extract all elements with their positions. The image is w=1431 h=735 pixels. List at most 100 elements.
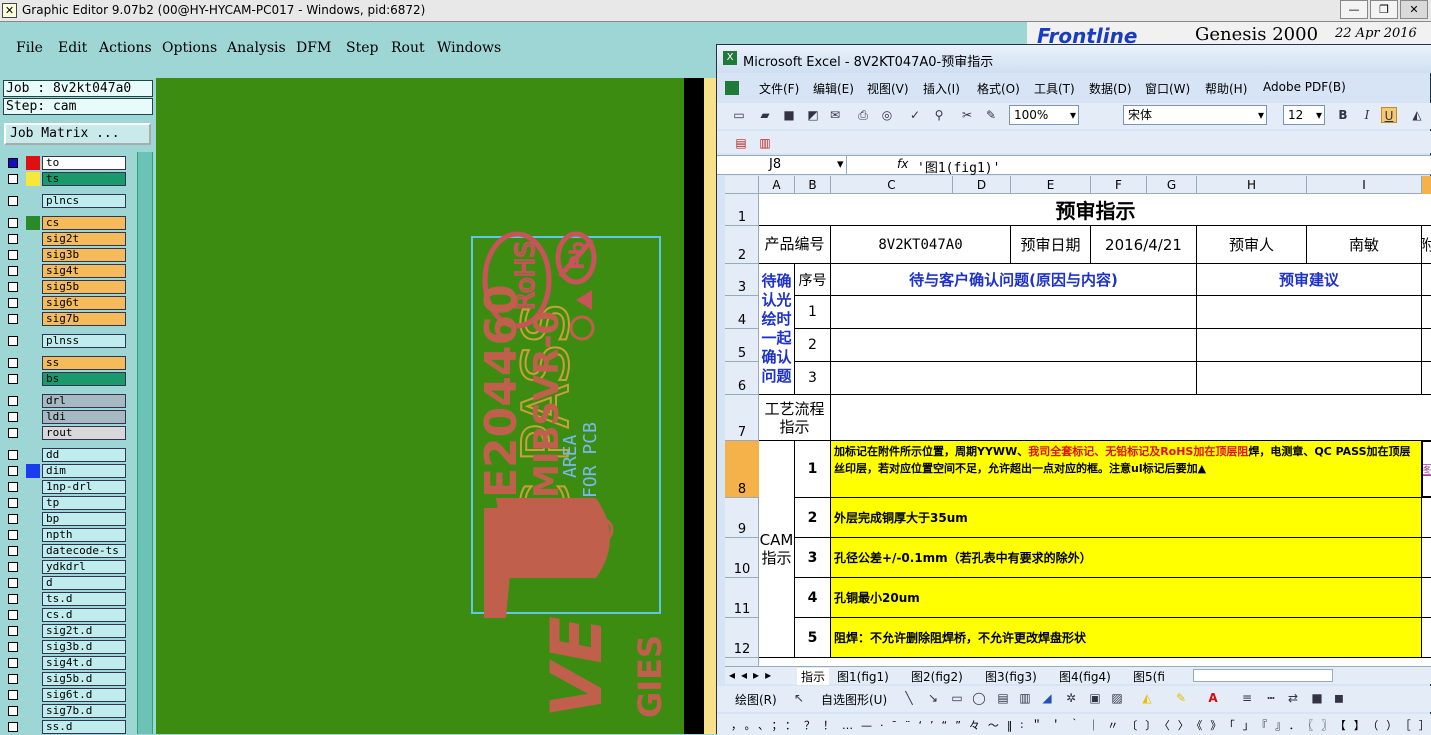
cut-icon[interactable]: ✂	[959, 107, 975, 123]
row-header-5[interactable]: 5	[725, 329, 759, 362]
fill-bucket-icon[interactable]: ◭	[1139, 690, 1155, 706]
layer-checkbox[interactable]	[8, 546, 18, 556]
email-icon[interactable]: ✉	[827, 107, 843, 123]
cell-cam-label[interactable]: CAM指示	[759, 441, 795, 658]
layer-row-dim[interactable]: dim	[4, 463, 128, 479]
cell-j6[interactable]	[1422, 362, 1431, 395]
layer-row-sig3b.d[interactable]: sig3b.d	[4, 639, 128, 655]
layer-name[interactable]: sig3b	[42, 248, 126, 262]
format-painter-icon[interactable]: ✎	[983, 107, 999, 123]
layer-checkbox[interactable]	[8, 336, 18, 346]
sheet-tab-2[interactable]: 图2(fig2)	[911, 668, 963, 685]
underline-button[interactable]: U	[1381, 107, 1397, 123]
cell-j3[interactable]	[1422, 264, 1431, 296]
row-header-2[interactable]: 2	[725, 226, 759, 264]
3d-icon[interactable]: ◼	[1331, 690, 1347, 706]
menu-dfm[interactable]: DFM	[296, 40, 331, 56]
layer-name[interactable]: bs	[42, 372, 126, 386]
row-header-11[interactable]: 11	[725, 578, 759, 618]
formula-input[interactable]: '图1(fig1)'	[917, 157, 1000, 176]
layer-row-to[interactable]: to	[4, 155, 128, 171]
clipart-icon[interactable]: ▣	[1087, 690, 1103, 706]
layer-checkbox[interactable]	[8, 396, 18, 406]
layer-checkbox[interactable]	[8, 250, 18, 260]
cell-cam-num-4[interactable]: 4	[795, 578, 831, 618]
excel-menu-format[interactable]: 格式(O)	[977, 80, 1020, 97]
layer-checkbox[interactable]	[8, 174, 18, 184]
menu-step[interactable]: Step	[346, 40, 378, 56]
layer-name[interactable]: ts.d	[42, 592, 126, 606]
layer-name[interactable]: sig4t	[42, 264, 126, 278]
layer-row-cs[interactable]: cs	[4, 215, 128, 231]
col-header-G[interactable]: G	[1147, 176, 1197, 194]
excel-menu-insert[interactable]: 插入(I)	[923, 80, 960, 97]
layer-checkbox[interactable]	[8, 298, 18, 308]
layer-row-rout[interactable]: rout	[4, 425, 128, 441]
layer-row-ss.d[interactable]: ss.d	[4, 719, 128, 735]
layer-name[interactable]: cs.d	[42, 608, 126, 622]
layer-checkbox[interactable]	[8, 466, 18, 476]
cell-product-no-label[interactable]: 产品编号	[759, 226, 831, 264]
layer-name[interactable]: ts	[42, 172, 126, 186]
row-header-4[interactable]: 4	[725, 296, 759, 329]
layer-name[interactable]: sig2t.d	[42, 624, 126, 638]
cell-product-no-value[interactable]: 8V2KT047A0	[831, 226, 1011, 264]
col-header-I[interactable]: I	[1307, 176, 1422, 194]
layer-name[interactable]: sig2t	[42, 232, 126, 246]
layer-checkbox[interactable]	[8, 266, 18, 276]
layer-row-1np-drl[interactable]: 1np-drl	[4, 479, 128, 495]
layer-name[interactable]: npth	[42, 528, 126, 542]
layer-row-sig5b[interactable]: sig5b	[4, 279, 128, 295]
layer-checkbox[interactable]	[8, 562, 18, 572]
cell-j5[interactable]	[1422, 329, 1431, 362]
excel-menu-tools[interactable]: 工具(T)	[1034, 80, 1075, 97]
cell-review-date-value[interactable]: 2016/4/21	[1091, 226, 1197, 264]
col-header-F[interactable]: F	[1091, 176, 1147, 194]
pdf-email-icon[interactable]: ▥	[757, 135, 773, 151]
layer-row-sig3b[interactable]: sig3b	[4, 247, 128, 263]
row-header-3[interactable]: 3	[725, 264, 759, 296]
cell-process-label[interactable]: 工艺流程指示	[759, 395, 831, 441]
cell-cam-num-1[interactable]: 1	[795, 441, 831, 498]
rectangle-icon[interactable]: ▭	[949, 690, 965, 706]
layer-row-sig7b[interactable]: sig7b	[4, 311, 128, 327]
layer-row-sig2t[interactable]: sig2t	[4, 231, 128, 247]
layer-name[interactable]: cs	[42, 216, 126, 230]
cell-question-2[interactable]	[831, 329, 1197, 362]
col-header-C[interactable]: C	[831, 176, 953, 194]
picture-icon[interactable]: ▨	[1109, 690, 1125, 706]
layer-row-d[interactable]: d	[4, 575, 128, 591]
layer-checkbox[interactable]	[8, 358, 18, 368]
cell-cam-text-1[interactable]: 加标记在附件所示位置，周期YYWW、我司全套标记、无铅标记及RoHS加在顶层阻焊…	[831, 441, 1422, 498]
font-select[interactable]: 宋体 ▾	[1123, 105, 1267, 125]
layer-checkbox[interactable]	[8, 530, 18, 540]
col-header-B[interactable]: B	[795, 176, 831, 194]
excel-menu-pdf[interactable]: Adobe PDF(B)	[1263, 80, 1346, 94]
layer-name[interactable]: plnss	[42, 334, 126, 348]
menu-analysis[interactable]: Analysis	[227, 40, 286, 56]
open-icon[interactable]: ▰	[757, 107, 773, 123]
col-header-E[interactable]: E	[1011, 176, 1091, 194]
layer-checkbox[interactable]	[8, 374, 18, 384]
layer-checkbox[interactable]	[8, 722, 18, 732]
horizontal-scrollbar[interactable]	[1193, 669, 1333, 682]
research-icon[interactable]: ⚲	[931, 107, 947, 123]
cell-reviewer-label[interactable]: 预审人	[1197, 226, 1307, 264]
layer-checkbox[interactable]	[8, 626, 18, 636]
layer-row-tp[interactable]: tp	[4, 495, 128, 511]
sheet-title-cell[interactable]: 预审指示	[759, 194, 1431, 226]
sheet-tab-1[interactable]: 图1(fig1)	[837, 668, 889, 685]
layer-checkbox[interactable]	[8, 658, 18, 668]
select-objects-icon[interactable]: ↖	[791, 690, 807, 706]
layer-row-drl[interactable]: drl	[4, 393, 128, 409]
layer-name[interactable]: sig5b	[42, 280, 126, 294]
permission-icon[interactable]: ◩	[805, 107, 821, 123]
layer-checkbox[interactable]	[8, 218, 18, 228]
cell-cam-num-5[interactable]: 5	[795, 618, 831, 658]
shadow-icon[interactable]: ■	[1309, 690, 1325, 706]
layer-checkbox[interactable]	[8, 196, 18, 206]
cell-j4[interactable]	[1422, 296, 1431, 329]
layer-checkbox[interactable]	[8, 514, 18, 524]
arrow-style-icon[interactable]: ⇄	[1285, 690, 1301, 706]
layer-name[interactable]: d	[42, 576, 126, 590]
